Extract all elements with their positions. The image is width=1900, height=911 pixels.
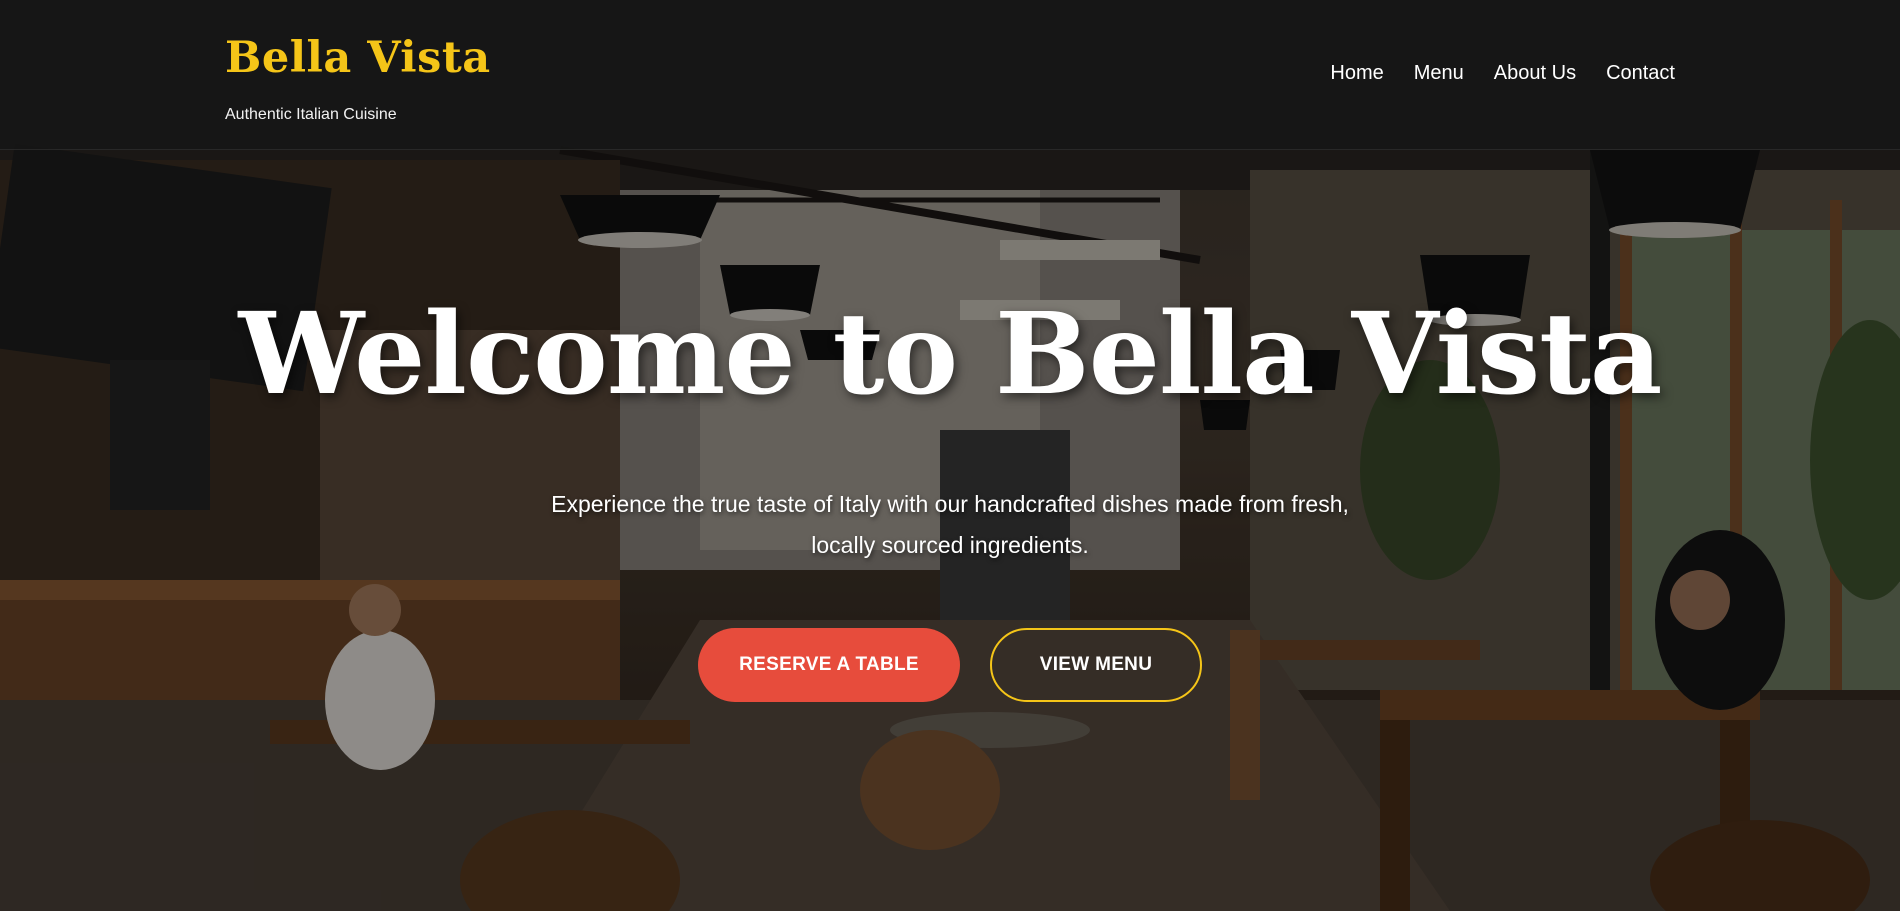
view-menu-button[interactable]: VIEW MENU bbox=[990, 628, 1202, 702]
brand-tagline: Authentic Italian Cuisine bbox=[225, 106, 397, 123]
hero-subtitle: Experience the true taste of Italy with … bbox=[551, 491, 1349, 558]
hero-content: Welcome to Bella Vista Experience the tr… bbox=[0, 290, 1900, 702]
hero-buttons: RESERVE A TABLE VIEW MENU bbox=[0, 628, 1900, 702]
hero-title: Welcome to Bella Vista bbox=[238, 289, 1663, 420]
nav-link-contact[interactable]: Contact bbox=[1606, 62, 1675, 85]
main-nav: Home Menu About Us Contact bbox=[1330, 62, 1675, 85]
reserve-table-button[interactable]: RESERVE A TABLE bbox=[698, 628, 960, 702]
nav-link-about-us[interactable]: About Us bbox=[1494, 62, 1576, 85]
brand-logo-text[interactable]: Bella Vista bbox=[225, 30, 491, 86]
nav-link-menu[interactable]: Menu bbox=[1414, 62, 1464, 85]
site-header: Bella Vista Authentic Italian Cuisine Ho… bbox=[0, 0, 1900, 150]
nav-link-home[interactable]: Home bbox=[1330, 62, 1383, 85]
brand: Bella Vista Authentic Italian Cuisine bbox=[225, 30, 491, 124]
